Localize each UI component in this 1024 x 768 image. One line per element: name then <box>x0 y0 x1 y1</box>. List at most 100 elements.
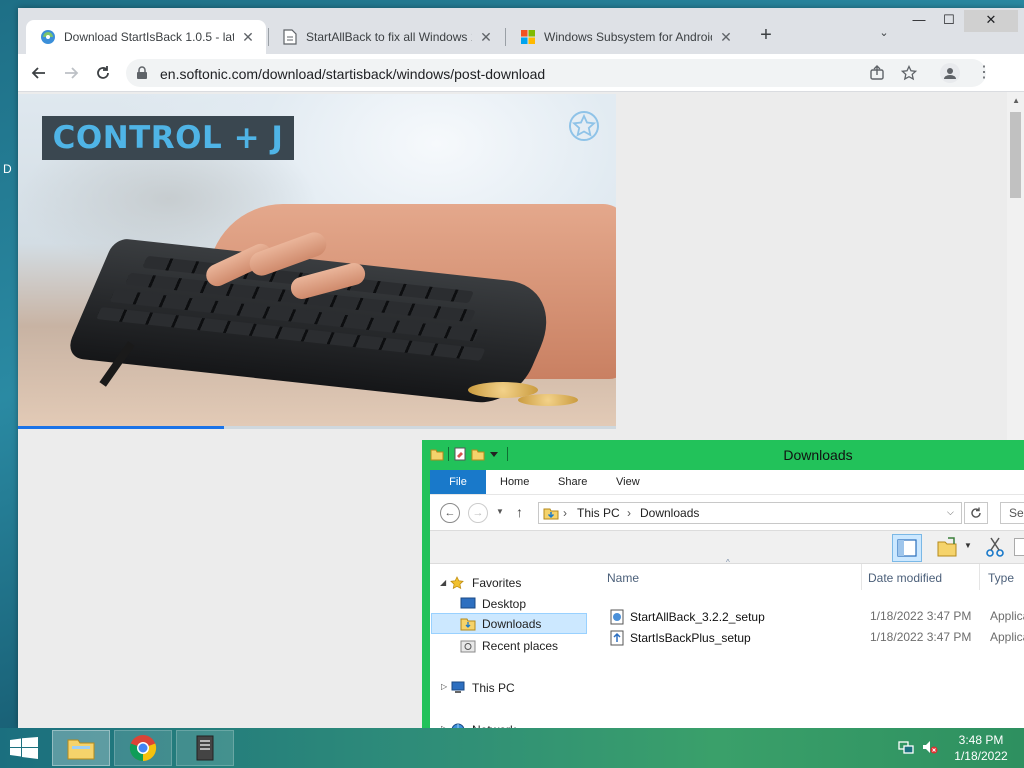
column-header-name[interactable]: Name <box>607 564 639 592</box>
chevron-down-icon[interactable]: ⌵ <box>947 507 954 518</box>
file-date: 1/18/2022 3:47 PM <box>870 609 972 623</box>
search-input[interactable]: Search Downloads <box>1000 502 1024 524</box>
page-icon <box>282 29 298 45</box>
system-clock[interactable]: 3:48 PM 1/18/2022 <box>946 732 1016 764</box>
breadcrumb-downloads[interactable]: Downloads <box>640 506 699 520</box>
recent-places-icon <box>460 639 476 653</box>
back-arrow-icon <box>31 67 45 79</box>
desktop-edge-text: D <box>3 162 12 176</box>
sort-indicator-icon: ^ <box>726 558 730 567</box>
tab-download-startisback[interactable]: Download StartIsBack 1.0.5 - late ✕ <box>26 20 266 54</box>
file-row[interactable]: StartIsBackPlus_setup 1/18/2022 3:47 PM … <box>610 627 1024 648</box>
share-icon[interactable] <box>868 64 886 82</box>
file-type: Application <box>990 630 1024 644</box>
recent-locations-icon[interactable]: ▼ <box>496 507 504 516</box>
close-window-button[interactable]: ✕ <box>964 10 1018 32</box>
cut-icon[interactable] <box>986 536 1004 561</box>
tab-search-button[interactable]: ⌄ <box>874 26 894 46</box>
file-row[interactable]: StartAllBack_3.2.2_setup 1/18/2022 3:47 … <box>610 606 1024 627</box>
column-header-date[interactable]: Date modified <box>868 564 942 592</box>
column-divider[interactable] <box>861 564 862 590</box>
volume-muted-icon[interactable] <box>922 739 938 758</box>
explorer-address-bar[interactable]: › This PC › Downloads ⌵ <box>538 502 962 524</box>
nav-label: Desktop <box>482 596 527 611</box>
forward-arrow-icon <box>65 67 79 79</box>
computer-icon <box>450 681 466 695</box>
nav-this-pc[interactable]: This PC <box>450 677 590 698</box>
tab-windows-subsystem[interactable]: Windows Subsystem for Android ✕ <box>506 20 744 54</box>
maximize-button[interactable]: ☐ <box>934 10 964 32</box>
nav-desktop[interactable]: Desktop <box>460 593 590 614</box>
star-badge-icon <box>568 110 600 142</box>
tab-startallback[interactable]: StartAllBack to fix all Windows 1 ✕ <box>268 20 504 54</box>
chrome-icon <box>129 735 157 762</box>
nav-label: Downloads <box>482 616 542 631</box>
scroll-up-icon[interactable]: ▲ <box>1012 96 1020 105</box>
forward-arrow-icon[interactable]: → <box>468 503 488 523</box>
coins-image <box>518 394 578 406</box>
nav-recent-places[interactable]: Recent places <box>460 635 590 656</box>
column-divider[interactable] <box>979 564 980 590</box>
tutorial-video[interactable]: CONTROL + J <box>18 94 616 426</box>
profile-avatar-icon[interactable] <box>940 63 960 83</box>
ribbon-tab-share[interactable]: Share <box>548 470 597 494</box>
tab-strip: Download StartIsBack 1.0.5 - late ✕ Star… <box>18 8 1024 54</box>
clock-time: 3:48 PM <box>958 733 1004 747</box>
nav-label: Favorites <box>472 575 522 590</box>
scrollbar-thumb[interactable] <box>1010 112 1021 198</box>
reload-icon <box>97 66 109 79</box>
column-header-type[interactable]: Type <box>988 564 1014 592</box>
expand-icon[interactable]: ◢ <box>440 578 446 587</box>
reload-button[interactable] <box>90 60 116 86</box>
breadcrumb-this-pc[interactable]: This PC <box>577 506 620 520</box>
downloads-folder-icon <box>543 505 559 524</box>
refresh-icon <box>971 507 981 518</box>
refresh-button[interactable] <box>964 502 988 524</box>
back-arrow-icon[interactable]: ← <box>440 503 460 523</box>
browser-toolbar: en.softonic.com/download/startisback/win… <box>18 54 1024 92</box>
preview-pane-button[interactable] <box>892 534 922 562</box>
ribbon-tab-view[interactable]: View <box>606 470 650 494</box>
file-type: Application <box>990 609 1024 623</box>
address-bar[interactable]: en.softonic.com/download/startisback/win… <box>126 59 986 87</box>
up-arrow-icon[interactable]: ↑ <box>516 504 523 520</box>
back-button[interactable] <box>26 60 52 86</box>
bookmark-star-icon[interactable] <box>900 64 918 82</box>
preview-pane-icon <box>897 539 917 557</box>
star-icon <box>450 575 466 590</box>
lock-icon <box>136 66 148 83</box>
nav-downloads[interactable]: Downloads <box>431 613 587 634</box>
chevron-down-icon[interactable]: ▼ <box>964 541 972 550</box>
nav-label: This PC <box>472 680 515 695</box>
expand-icon[interactable]: ▷ <box>441 682 447 691</box>
taskbar-chrome[interactable] <box>114 730 172 766</box>
microsoft-icon <box>520 29 536 45</box>
nav-favorites[interactable]: Favorites <box>450 572 590 593</box>
windows-start-icon[interactable] <box>10 737 38 759</box>
chrome-menu-icon[interactable]: ⋮ <box>976 62 992 84</box>
forward-button[interactable] <box>58 60 84 86</box>
ribbon-tab-home[interactable]: Home <box>490 470 539 494</box>
video-progress-bar[interactable] <box>18 426 616 429</box>
explorer-title: Downloads <box>783 447 853 463</box>
move-to-folder-icon[interactable] <box>936 536 958 561</box>
ribbon-tab-file[interactable]: File <box>430 470 486 494</box>
file-name: StartIsBackPlus_setup <box>630 631 751 645</box>
new-tab-button[interactable]: + <box>754 24 778 48</box>
setup-app-icon <box>610 609 624 625</box>
network-tray-icon[interactable] <box>898 739 914 758</box>
minimize-button[interactable]: — <box>904 10 934 32</box>
copy-icon[interactable] <box>1014 538 1024 556</box>
taskbar: 3:48 PM 1/18/2022 <box>0 728 1024 768</box>
taskbar-file-explorer[interactable] <box>52 730 110 766</box>
tab-close-icon[interactable]: ✕ <box>718 29 734 46</box>
explorer-title-bar[interactable]: Downloads <box>422 440 1024 470</box>
taskbar-server-manager[interactable] <box>176 730 234 766</box>
file-explorer-icon <box>67 739 95 760</box>
tab-close-icon[interactable]: ✕ <box>478 29 494 46</box>
tab-title: StartAllBack to fix all Windows 1 <box>306 30 472 44</box>
setup-app-icon <box>610 630 624 646</box>
tab-close-icon[interactable]: ✕ <box>240 29 256 46</box>
ribbon-tabs: File Home Share View <box>430 470 1024 494</box>
video-progress-fill <box>18 426 225 429</box>
